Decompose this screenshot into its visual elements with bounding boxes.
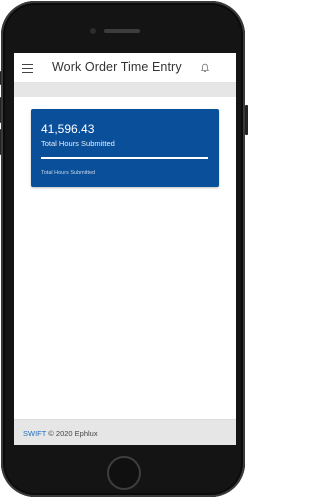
total-hours-caption: Total Hours Submitted xyxy=(41,170,96,176)
hamburger-menu-icon[interactable] xyxy=(22,64,33,73)
app-screen: Work Order Time Entry 41,596.43 Total Ho… xyxy=(14,53,236,445)
silent-switch xyxy=(0,71,1,85)
page-title: Work Order Time Entry xyxy=(52,60,182,74)
device-mockup: Work Order Time Entry 41,596.43 Total Ho… xyxy=(0,0,250,500)
volume-down-button xyxy=(0,129,1,155)
front-camera xyxy=(90,28,96,34)
bell-icon[interactable] xyxy=(200,63,210,73)
power-button xyxy=(245,105,248,135)
progress-track xyxy=(41,157,208,159)
footer-brand-link[interactable]: SWIFT xyxy=(23,429,46,438)
footer-text: SWIFT © 2020 Ephlux xyxy=(23,429,98,438)
app-header: Work Order Time Entry xyxy=(14,53,236,83)
earpiece-speaker xyxy=(104,29,140,33)
main-content: 41,596.43 Total Hours Submitted Total Ho… xyxy=(14,97,236,419)
phone-frame: Work Order Time Entry 41,596.43 Total Ho… xyxy=(0,1,248,497)
total-hours-value: 41,596.43 xyxy=(41,122,95,136)
header-divider-band xyxy=(14,83,236,97)
home-button[interactable] xyxy=(107,456,141,490)
footer-copyright: © 2020 Ephlux xyxy=(48,429,98,438)
progress-fill xyxy=(41,157,208,159)
volume-up-button xyxy=(0,97,1,123)
total-hours-card[interactable]: 41,596.43 Total Hours Submitted Total Ho… xyxy=(31,109,219,187)
app-footer: SWIFT © 2020 Ephlux xyxy=(14,419,236,445)
total-hours-label: Total Hours Submitted xyxy=(41,139,115,148)
